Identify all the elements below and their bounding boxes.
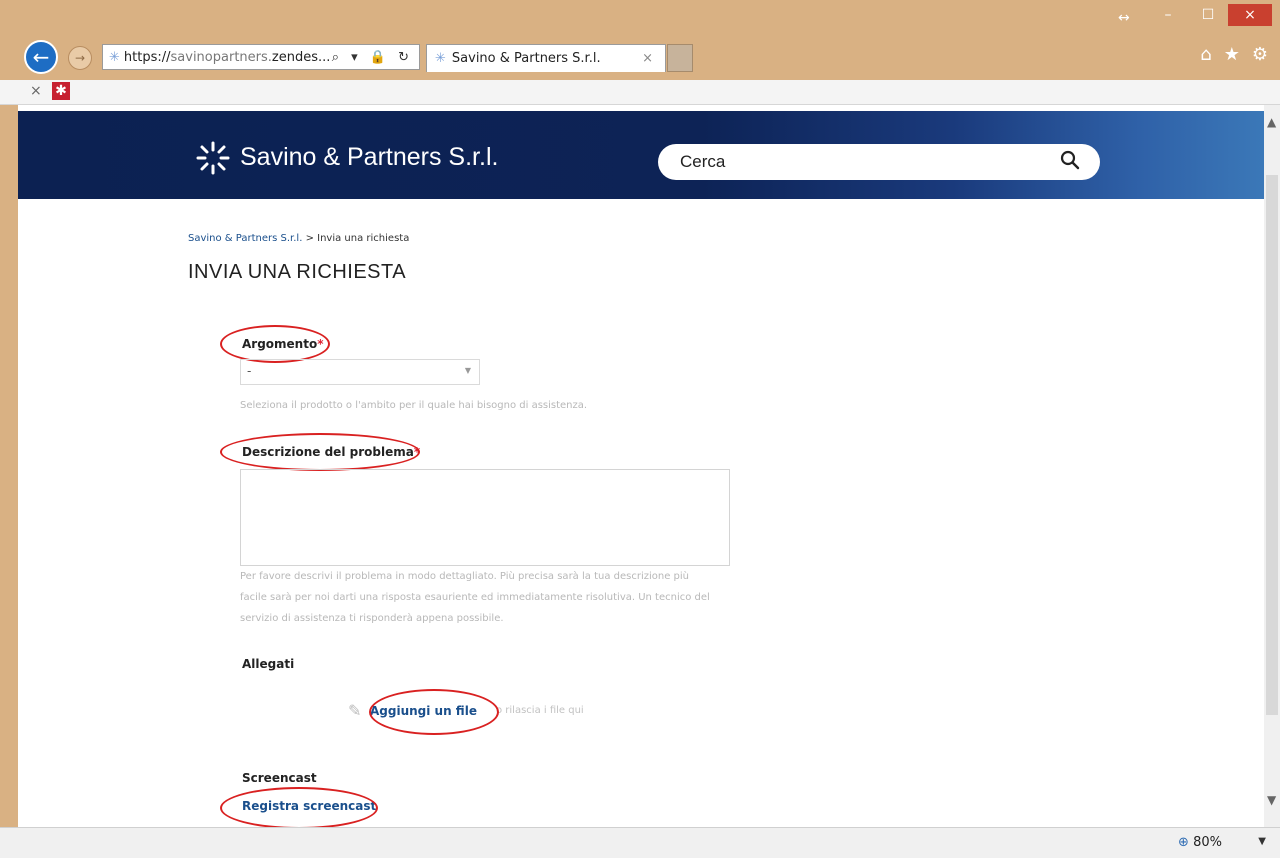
search-box[interactable] — [658, 144, 1100, 180]
site-header: Savino & Partners S.r.l. — [18, 111, 1264, 199]
address-bar[interactable]: ✳ https:// savinopartners. zendes... ⌕ ▾… — [102, 44, 420, 70]
breadcrumb-home-link[interactable]: Savino & Partners S.r.l. — [188, 233, 302, 244]
breadcrumb-current: Invia una richiesta — [317, 233, 410, 244]
window-controls: – ☐ × — [1148, 4, 1272, 30]
description-hint-line-1: Per favore descrivi il problema in modo … — [240, 571, 690, 582]
search-icon[interactable] — [1060, 150, 1080, 172]
annotation-ellipse-screencast — [220, 787, 378, 827]
url-scheme: https:// — [123, 49, 171, 65]
chevron-down-icon: ▼ — [464, 366, 471, 375]
page-viewport: Savino & Partners S.r.l. Savino & Partne… — [18, 105, 1264, 827]
navigation-bar: ← → ✳ https:// savinopartners. zendes...… — [0, 36, 1280, 78]
tab-favicon-icon: ✳ — [435, 51, 446, 66]
paperclip-icon: ✎ — [348, 701, 362, 720]
status-bar: ⊕ 80% ▼ — [0, 827, 1280, 858]
scrollbar-thumb[interactable] — [1266, 175, 1278, 715]
zoom-dropdown-icon[interactable]: ▼ — [1258, 836, 1266, 847]
search-input[interactable] — [678, 151, 1042, 173]
site-favicon-icon: ✳ — [109, 49, 120, 65]
breadcrumb: Savino & Partners S.r.l. > Invia una ric… — [188, 233, 409, 244]
maximize-button[interactable]: ☐ — [1188, 4, 1228, 26]
zoom-icon: ⊕ — [1178, 835, 1189, 850]
annotation-ellipse-add-file — [369, 689, 499, 735]
vertical-scrollbar[interactable]: ▲ ▼ — [1264, 105, 1280, 827]
zoom-value: 80% — [1193, 835, 1222, 850]
favorites-star-icon[interactable]: ★ — [1224, 44, 1240, 65]
close-window-button[interactable]: × — [1228, 4, 1272, 26]
logo-icon — [196, 141, 230, 175]
minimize-button[interactable]: – — [1148, 4, 1188, 26]
scroll-down-icon[interactable]: ▼ — [1267, 793, 1276, 807]
back-button[interactable]: ← — [24, 40, 58, 74]
tab-savino[interactable]: ✳ Savino & Partners S.r.l. × — [426, 44, 666, 72]
annotation-ellipse-subject — [220, 325, 330, 363]
scroll-up-icon[interactable]: ▲ — [1267, 115, 1276, 129]
description-hint-line-3: servizio di assistenza ti risponderà app… — [240, 613, 504, 624]
tab-title: Savino & Partners S.r.l. — [451, 51, 601, 66]
annotation-ellipse-description — [220, 433, 420, 471]
tab-close-icon[interactable]: × — [642, 51, 653, 66]
command-icons: ⌂ ★ ⚙ — [1200, 44, 1268, 65]
home-icon[interactable]: ⌂ — [1200, 44, 1211, 65]
url-host: zendes... — [271, 49, 331, 65]
forward-button[interactable]: → — [68, 46, 92, 70]
breadcrumb-separator: > — [305, 233, 314, 244]
subject-select[interactable]: - ▼ — [240, 359, 480, 385]
subject-hint: Seleziona il prodotto o l'ambito per il … — [240, 400, 588, 411]
site-name[interactable]: Savino & Partners S.r.l. — [240, 143, 498, 172]
url-host-faint: savinopartners. — [170, 49, 272, 65]
screencast-label: Screencast — [242, 771, 317, 785]
address-tools-icons[interactable]: ⌕ ▾ 🔒 ↻ — [332, 50, 413, 65]
tools-gear-icon[interactable]: ⚙ — [1252, 44, 1268, 65]
resize-icon[interactable]: ↔ — [1118, 10, 1130, 26]
favorites-bar: × ✱ — [0, 80, 1280, 105]
browser-window: ↔ – ☐ × ← → ✳ https:// savinopartners. z… — [0, 0, 1280, 858]
close-bar-icon[interactable]: × — [30, 83, 42, 99]
subject-select-value: - — [247, 364, 252, 378]
page-title: INVIA UNA RICHIESTA — [188, 261, 407, 283]
zoom-control[interactable]: ⊕ 80% — [1178, 835, 1222, 850]
new-tab-button[interactable] — [667, 44, 693, 72]
drop-files-hint: o rilascia i file qui — [496, 705, 584, 716]
description-hint-line-2: facile sarà per noi darti una risposta e… — [240, 592, 710, 603]
description-textarea[interactable] — [240, 469, 730, 566]
arrow-left-icon: ← — [32, 45, 50, 69]
attachments-label: Allegati — [242, 657, 295, 671]
addon-icon[interactable]: ✱ — [52, 82, 70, 100]
arrow-right-icon: → — [74, 51, 86, 65]
